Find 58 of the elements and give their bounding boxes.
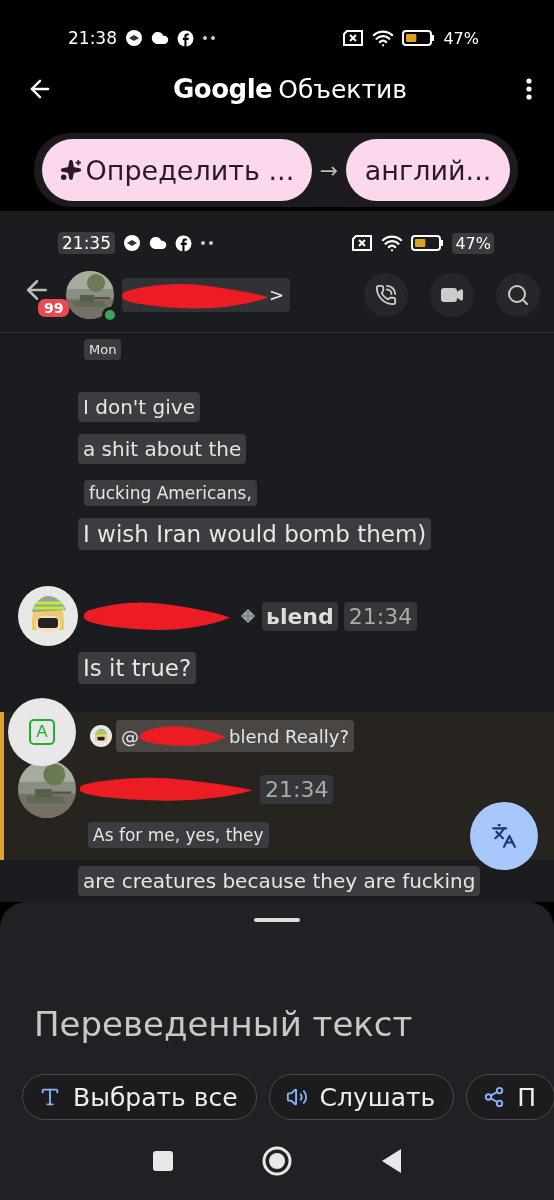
status-time: 21:38: [68, 28, 117, 49]
share-icon: [483, 1086, 506, 1108]
search-icon: [506, 282, 530, 307]
brand-name: Google: [173, 73, 273, 104]
more-icon: [526, 77, 532, 100]
message-text: fucking Americans,: [84, 480, 257, 506]
battery-icon: [402, 30, 436, 47]
sparkle-icon: [59, 159, 82, 181]
status-time: 21:35: [58, 232, 115, 254]
arrow-text: →: [319, 157, 339, 183]
cloud-icon: [149, 234, 167, 252]
source-language-button[interactable]: Определить ...: [42, 139, 312, 201]
message-text: I wish Iran would bomb them): [78, 518, 432, 550]
reply-preview: @ blend Really?: [116, 720, 355, 752]
message-text: As for me, yes, they: [88, 822, 269, 848]
action-chip[interactable]: Выбрать все: [22, 1074, 257, 1120]
app-title: Объектив: [278, 74, 407, 104]
target-language-button[interactable]: англий...: [346, 139, 510, 201]
facebook-icon: [177, 29, 194, 47]
video-call-button[interactable]: [430, 272, 474, 317]
chevron-text: >: [268, 284, 284, 305]
app-notification-icon: [125, 29, 143, 48]
more-notifications-icon: [202, 35, 216, 42]
avatar-drawing: [90, 725, 112, 747]
search-button[interactable]: [496, 272, 540, 317]
facebook-icon: [175, 234, 192, 252]
message-time: 21:34: [260, 774, 334, 804]
app-notification-icon: [123, 234, 141, 252]
back-nav-button[interactable]: [380, 1148, 402, 1174]
action-chip[interactable]: П: [466, 1074, 554, 1120]
more-notifications-icon: [200, 240, 214, 246]
sheet-handle[interactable]: [254, 918, 300, 922]
message-text: are creatures because they are fucking: [78, 866, 481, 896]
text-icon: [39, 1086, 61, 1108]
gem-icon: [240, 608, 256, 624]
avatar-drawing: [18, 586, 78, 646]
sheet-title: Переведенный текст: [34, 1004, 414, 1044]
message-text: a shit about the: [78, 434, 247, 464]
author-name: ьlend: [262, 601, 338, 631]
battery-percent: 47%: [443, 28, 479, 48]
more-button[interactable]: [526, 77, 532, 100]
message-time: 21:34: [343, 601, 418, 631]
date-label: Mon: [84, 339, 122, 360]
battery-percent: 47%: [452, 232, 494, 254]
wifi-icon: [381, 232, 404, 254]
no-sim-icon: [351, 235, 374, 251]
translate-icon: [491, 823, 517, 849]
message-text: Is it true?: [78, 652, 197, 684]
message-text: I don't give: [78, 392, 200, 422]
call-button[interactable]: [364, 272, 408, 317]
unread-badge: 99: [38, 298, 70, 317]
action-chip[interactable]: Слушать: [268, 1074, 455, 1120]
recent-apps-button[interactable]: [152, 1150, 174, 1172]
speaker-icon: [285, 1086, 308, 1108]
no-sim-icon: [342, 30, 365, 47]
home-button[interactable]: [262, 1146, 292, 1176]
battery-icon: [411, 235, 445, 251]
phone-icon: [375, 283, 397, 306]
